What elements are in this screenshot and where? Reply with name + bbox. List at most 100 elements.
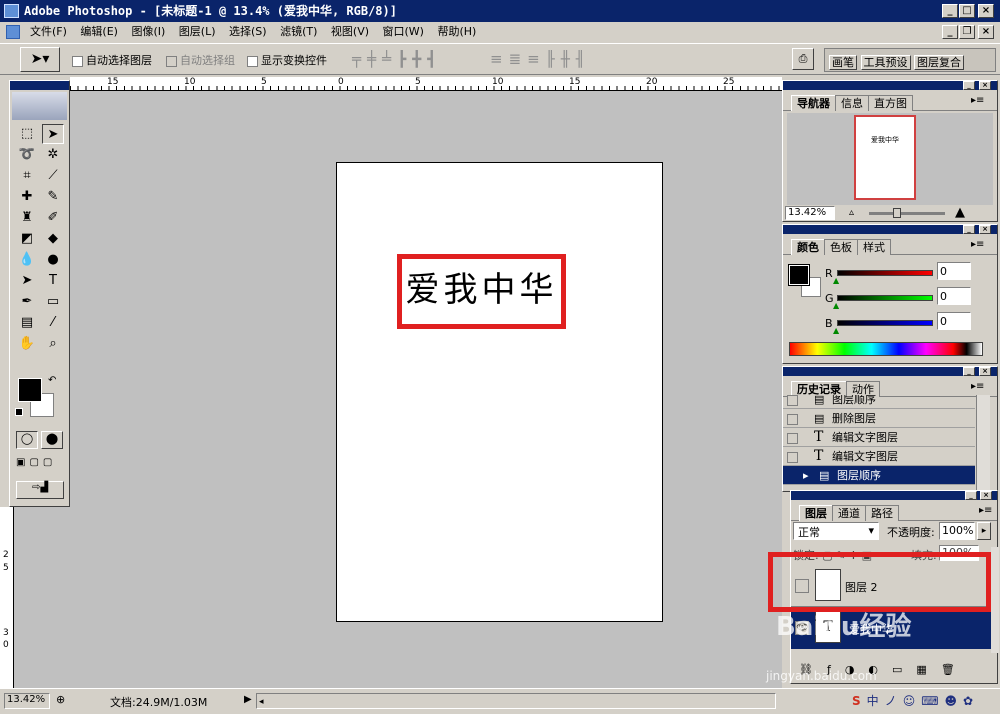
zoom-in-icon[interactable]: ▲ <box>955 205 965 220</box>
hand-tool[interactable]: ✋ <box>16 334 38 354</box>
ime-emoji-icon[interactable]: ☺ <box>903 694 922 708</box>
b-slider[interactable] <box>837 320 933 326</box>
lasso-tool[interactable]: ➰ <box>16 145 38 165</box>
paint-bucket-tool[interactable]: ◆ <box>42 229 64 249</box>
palette-well-layer-comps[interactable]: 图层复合 <box>914 55 964 70</box>
crop-tool[interactable]: ⌗ <box>16 166 38 186</box>
tab-paths[interactable]: 路径 <box>865 505 899 521</box>
tab-layers[interactable]: 图层 <box>799 505 833 521</box>
file-browser-icon[interactable]: ⎙ <box>792 48 814 70</box>
maximize-button[interactable]: □ <box>959 4 975 18</box>
opacity-slider-button[interactable]: ▸ <box>977 522 991 540</box>
menu-file[interactable]: 文件(F) <box>30 25 67 38</box>
history-scrollbar[interactable] <box>976 395 990 491</box>
color-fg-swatch[interactable] <box>788 264 810 286</box>
navigator-thumbnail[interactable]: 爱我中华 <box>854 115 916 200</box>
navigator-viewport[interactable]: 爱我中华 <box>787 113 993 205</box>
foreground-color-swatch-top[interactable] <box>18 378 42 402</box>
color-ramp[interactable] <box>789 342 983 356</box>
ime-moon-icon[interactable]: ノ <box>885 694 903 708</box>
eraser-tool[interactable]: ◩ <box>16 229 38 249</box>
history-minimize-button[interactable]: _ <box>963 367 975 376</box>
scroll-left-icon[interactable]: ◂ <box>257 697 264 707</box>
close-button[interactable]: × <box>978 4 994 18</box>
magic-wand-tool[interactable]: ✲ <box>42 145 64 165</box>
tab-color[interactable]: 颜色 <box>791 239 825 255</box>
minimize-button[interactable]: _ <box>942 4 958 18</box>
r-slider-thumb[interactable]: ▲ <box>833 276 839 285</box>
align-buttons[interactable]: ╤╪╧┣╋┫ <box>352 50 442 68</box>
sogou-icon[interactable]: S <box>852 694 867 708</box>
jump-to-imageready-button[interactable]: ⇨▟ <box>16 481 64 499</box>
menu-select[interactable]: 选择(S) <box>229 25 267 38</box>
move-tool-preset-button[interactable]: ➤▾ <box>20 47 60 72</box>
color-close-button[interactable]: × <box>979 225 991 234</box>
history-checkbox[interactable] <box>787 413 798 425</box>
swap-colors-icon[interactable]: ↶ <box>48 375 56 386</box>
history-checkbox[interactable] <box>787 451 798 463</box>
photoshop-app-icon[interactable] <box>4 4 19 18</box>
g-value-field[interactable]: 0 <box>937 287 971 305</box>
history-item[interactable]: T 编辑文字图层 <box>783 447 975 466</box>
tab-navigator[interactable]: 导航器 <box>791 95 836 111</box>
brush-tool[interactable]: ✎ <box>42 187 64 207</box>
menu-layer[interactable]: 图层(L) <box>179 25 216 38</box>
show-transform-checkbox[interactable] <box>247 55 258 67</box>
navigator-close-button[interactable]: × <box>979 81 991 90</box>
menu-image[interactable]: 图像(I) <box>131 25 165 38</box>
navigator-zoom-thumb[interactable] <box>893 208 901 218</box>
palette-well-brushes[interactable]: 画笔 <box>829 55 857 70</box>
navigator-zoom-field[interactable]: 13.42% <box>785 206 835 220</box>
r-value-field[interactable]: 0 <box>937 262 971 280</box>
color-menu-icon[interactable]: ▸≡ <box>971 239 985 253</box>
history-brush-tool[interactable]: ✐ <box>42 208 64 228</box>
menu-help[interactable]: 帮助(H) <box>437 25 476 38</box>
r-slider[interactable] <box>837 270 933 276</box>
doc-restore-button[interactable]: ❐ <box>959 25 975 39</box>
layers-menu-icon[interactable]: ▸≡ <box>979 505 993 519</box>
document-text[interactable]: 爱我中华 <box>402 259 561 321</box>
show-transform-option[interactable]: 显示变换控件 <box>247 52 327 68</box>
type-tool[interactable]: T <box>42 271 64 291</box>
ime-keyboard-icon[interactable]: ⌨ <box>921 694 944 708</box>
blend-mode-select[interactable]: 正常 ▾ <box>793 522 879 540</box>
tab-styles[interactable]: 样式 <box>857 239 891 255</box>
history-item-selected[interactable]: ▸ ▤ 图层顺序 <box>783 466 975 485</box>
layers-minimize-button[interactable]: _ <box>965 491 977 500</box>
b-value-field[interactable]: 0 <box>937 312 971 330</box>
tab-channels[interactable]: 通道 <box>832 505 866 521</box>
move-tool[interactable]: ➤ <box>42 124 64 144</box>
g-slider[interactable] <box>837 295 933 301</box>
path-select-tool[interactable]: ➤ <box>16 271 38 291</box>
clone-stamp-tool[interactable]: ♜ <box>16 208 38 228</box>
ime-skin-icon[interactable]: ✿ <box>963 694 979 708</box>
navigator-minimize-button[interactable]: _ <box>963 81 975 90</box>
pen-tool[interactable]: ✒ <box>16 292 38 312</box>
history-item[interactable]: ▤ 图层顺序 <box>783 395 975 409</box>
menu-edit[interactable]: 编辑(E) <box>80 25 118 38</box>
zoom-tool[interactable]: ⌕ <box>42 334 64 354</box>
doc-close-button[interactable]: × <box>978 25 994 39</box>
history-checkbox[interactable] <box>787 432 798 444</box>
toolbox-titlebar[interactable] <box>10 81 69 90</box>
color-minimize-button[interactable]: _ <box>963 225 975 234</box>
ime-user-icon[interactable]: ☻ <box>945 694 964 708</box>
layers-close-button[interactable]: × <box>980 491 992 500</box>
doc-minimize-button[interactable]: _ <box>942 25 958 39</box>
distribute-buttons[interactable]: ≡≣≡╟╫╢ <box>490 50 591 68</box>
layers-scrollbar[interactable] <box>991 547 999 653</box>
zoom-out-icon[interactable]: ▵ <box>849 207 854 218</box>
healing-brush-tool[interactable]: ✚ <box>16 187 38 207</box>
blur-tool[interactable]: 💧 <box>16 250 38 270</box>
document-page[interactable] <box>336 162 663 622</box>
marquee-tool[interactable]: ⬚ <box>16 124 38 144</box>
menu-filter[interactable]: 滤镜(T) <box>280 25 317 38</box>
history-checkbox[interactable] <box>787 395 798 406</box>
screen-mode-buttons[interactable]: ▣▢▢ <box>16 457 68 473</box>
history-item[interactable]: ▤ 删除图层 <box>783 409 975 428</box>
slice-tool[interactable]: ⟋ <box>42 166 64 186</box>
rectangle-tool[interactable]: ▭ <box>42 292 64 312</box>
history-item[interactable]: T 编辑文字图层 <box>783 428 975 447</box>
standard-mode-button[interactable]: ◯ <box>16 431 38 449</box>
auto-select-layer-checkbox[interactable] <box>72 55 83 67</box>
